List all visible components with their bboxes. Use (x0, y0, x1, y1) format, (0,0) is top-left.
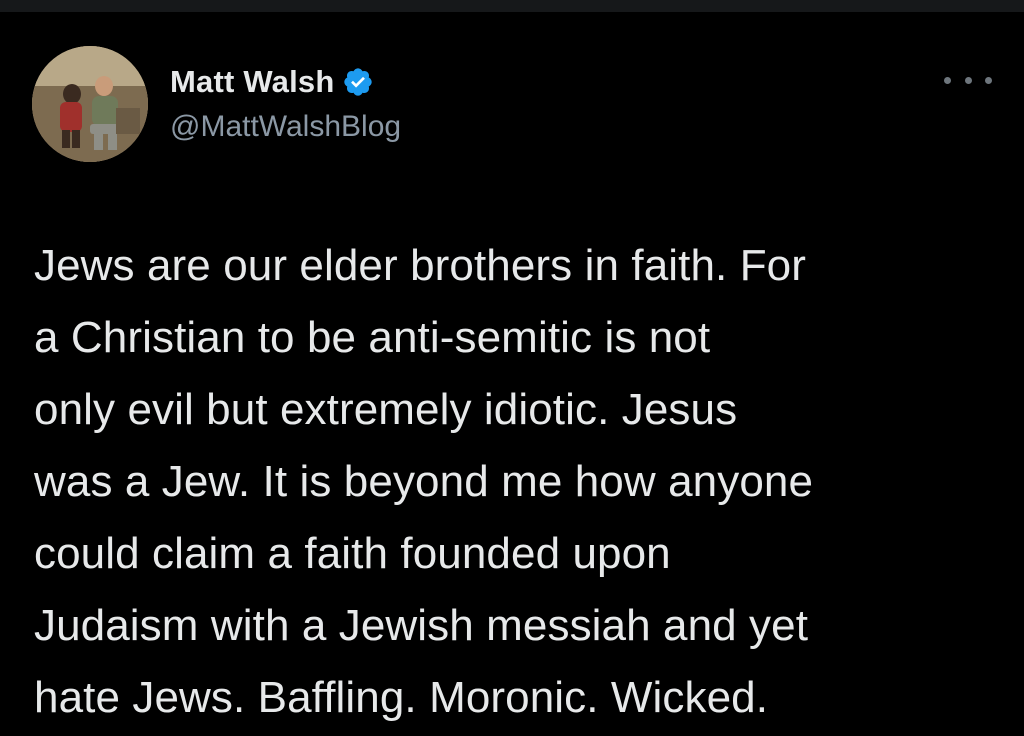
tweet-text: Jews are our elder brothers in faith. Fo… (34, 230, 1004, 734)
tweet-text-line: was a Jew. It is beyond me how anyone (34, 457, 814, 506)
tweet-card[interactable]: Matt Walsh @MattWalshBlog Jews are our e… (0, 12, 1024, 736)
display-name[interactable]: Matt Walsh (170, 64, 334, 100)
tweet-text-line: only evil but extremely idiotic. Jesus (34, 385, 738, 434)
avatar[interactable] (32, 46, 148, 162)
name-row: Matt Walsh (170, 62, 401, 102)
more-dot (985, 76, 992, 84)
tweet-text-line: could claim a faith founded upon (34, 529, 671, 578)
top-edge-strip (0, 0, 1024, 12)
tweet-text-line: hate Jews. Baffling. Moronic. Wicked. (34, 673, 769, 722)
author-block: Matt Walsh @MattWalshBlog (170, 62, 401, 152)
tweet-text-line: a Christian to be anti-semitic is not (34, 313, 711, 362)
avatar-image (32, 46, 148, 162)
more-dot (944, 76, 951, 84)
more-options-icon[interactable] (944, 68, 992, 92)
more-dot (964, 76, 972, 84)
tweet-text-line: Jews are our elder brothers in faith. Fo… (34, 241, 806, 290)
tweet-text-line: Judaism with a Jewish messiah and yet (34, 601, 809, 650)
verified-badge-icon (342, 66, 374, 98)
user-handle[interactable]: @MattWalshBlog (170, 110, 401, 144)
